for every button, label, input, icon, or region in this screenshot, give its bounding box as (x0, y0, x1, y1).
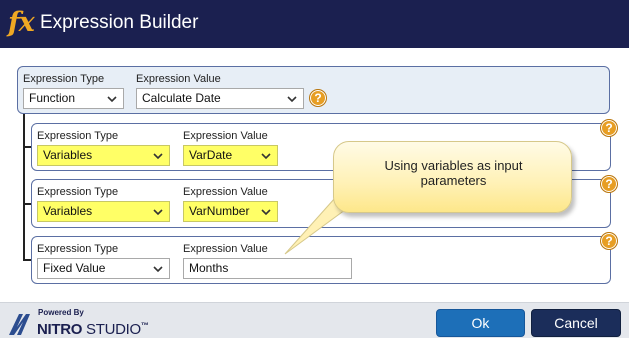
callout-line-1: Using variables as input (384, 158, 523, 173)
tree-connector-vertical (23, 114, 25, 261)
expression-value-select[interactable]: VarDate (183, 145, 278, 166)
expression-value-label: Expression Value (183, 243, 268, 255)
expression-type-value: Fixed Value (43, 261, 106, 275)
expression-type-value: Variables (43, 204, 93, 218)
chevron-down-icon (261, 153, 271, 160)
nitro-logo-icon (9, 314, 30, 335)
expression-value-label: Expression Value (136, 73, 221, 85)
cancel-button[interactable]: Cancel (531, 309, 621, 337)
expression-value-value: VarNumber (189, 204, 250, 218)
expression-type-select[interactable]: Function (23, 88, 124, 109)
expression-value-label: Expression Value (183, 186, 268, 198)
callout-line-2: parameters (420, 173, 487, 188)
chevron-down-icon (153, 153, 163, 160)
chevron-down-icon (261, 209, 271, 216)
expression-type-value: Function (29, 91, 76, 105)
dialog-footer: Powered By NITRO STUDIO™ Ok Cancel (0, 302, 629, 338)
expression-type-select[interactable]: Variables (37, 145, 170, 166)
expression-type-label: Expression Type (23, 73, 105, 85)
help-icon[interactable]: ? (309, 89, 327, 107)
powered-by-text: Powered By (38, 308, 84, 317)
expression-builder-body: Expression Type Function Expression Valu… (0, 48, 629, 302)
main-expression-panel: Expression Type Function Expression Valu… (17, 66, 610, 114)
expression-type-label: Expression Type (37, 130, 119, 142)
callout-tooltip: Using variables as input parameters (333, 141, 572, 213)
chevron-down-icon (153, 266, 163, 273)
help-icon[interactable]: ? (600, 232, 618, 250)
expression-value-label: Expression Value (183, 130, 268, 142)
fx-icon: fx (8, 7, 35, 38)
expression-type-value: Variables (43, 148, 93, 162)
expression-type-select[interactable]: Variables (37, 201, 170, 222)
chevron-down-icon (107, 96, 117, 103)
chevron-down-icon (153, 209, 163, 216)
expression-type-label: Expression Type (37, 186, 119, 198)
expression-value-input[interactable]: Months (183, 258, 352, 279)
expression-value-value: VarDate (189, 148, 233, 162)
help-icon[interactable]: ? (600, 119, 618, 137)
expression-type-label: Expression Type (37, 243, 119, 255)
trademark-mark: ™ (140, 321, 149, 330)
chevron-down-icon (287, 96, 297, 103)
ok-button[interactable]: Ok (436, 309, 525, 337)
title-bar: fx Expression Builder (0, 0, 629, 48)
brand-rest: STUDIO (82, 321, 141, 338)
nitro-studio-logo: Powered By NITRO STUDIO™ (8, 308, 149, 338)
expression-type-select[interactable]: Fixed Value (37, 258, 170, 279)
expression-value-value: Calculate Date (142, 91, 221, 105)
expression-value-select[interactable]: VarNumber (183, 201, 278, 222)
brand-bold: NITRO (37, 321, 83, 338)
expression-value-select[interactable]: Calculate Date (136, 88, 304, 109)
window-title: Expression Builder (40, 12, 199, 33)
callout-text: Using variables as input parameters (334, 158, 573, 188)
brand-name: NITRO STUDIO™ (37, 317, 149, 338)
help-icon[interactable]: ? (600, 175, 618, 193)
